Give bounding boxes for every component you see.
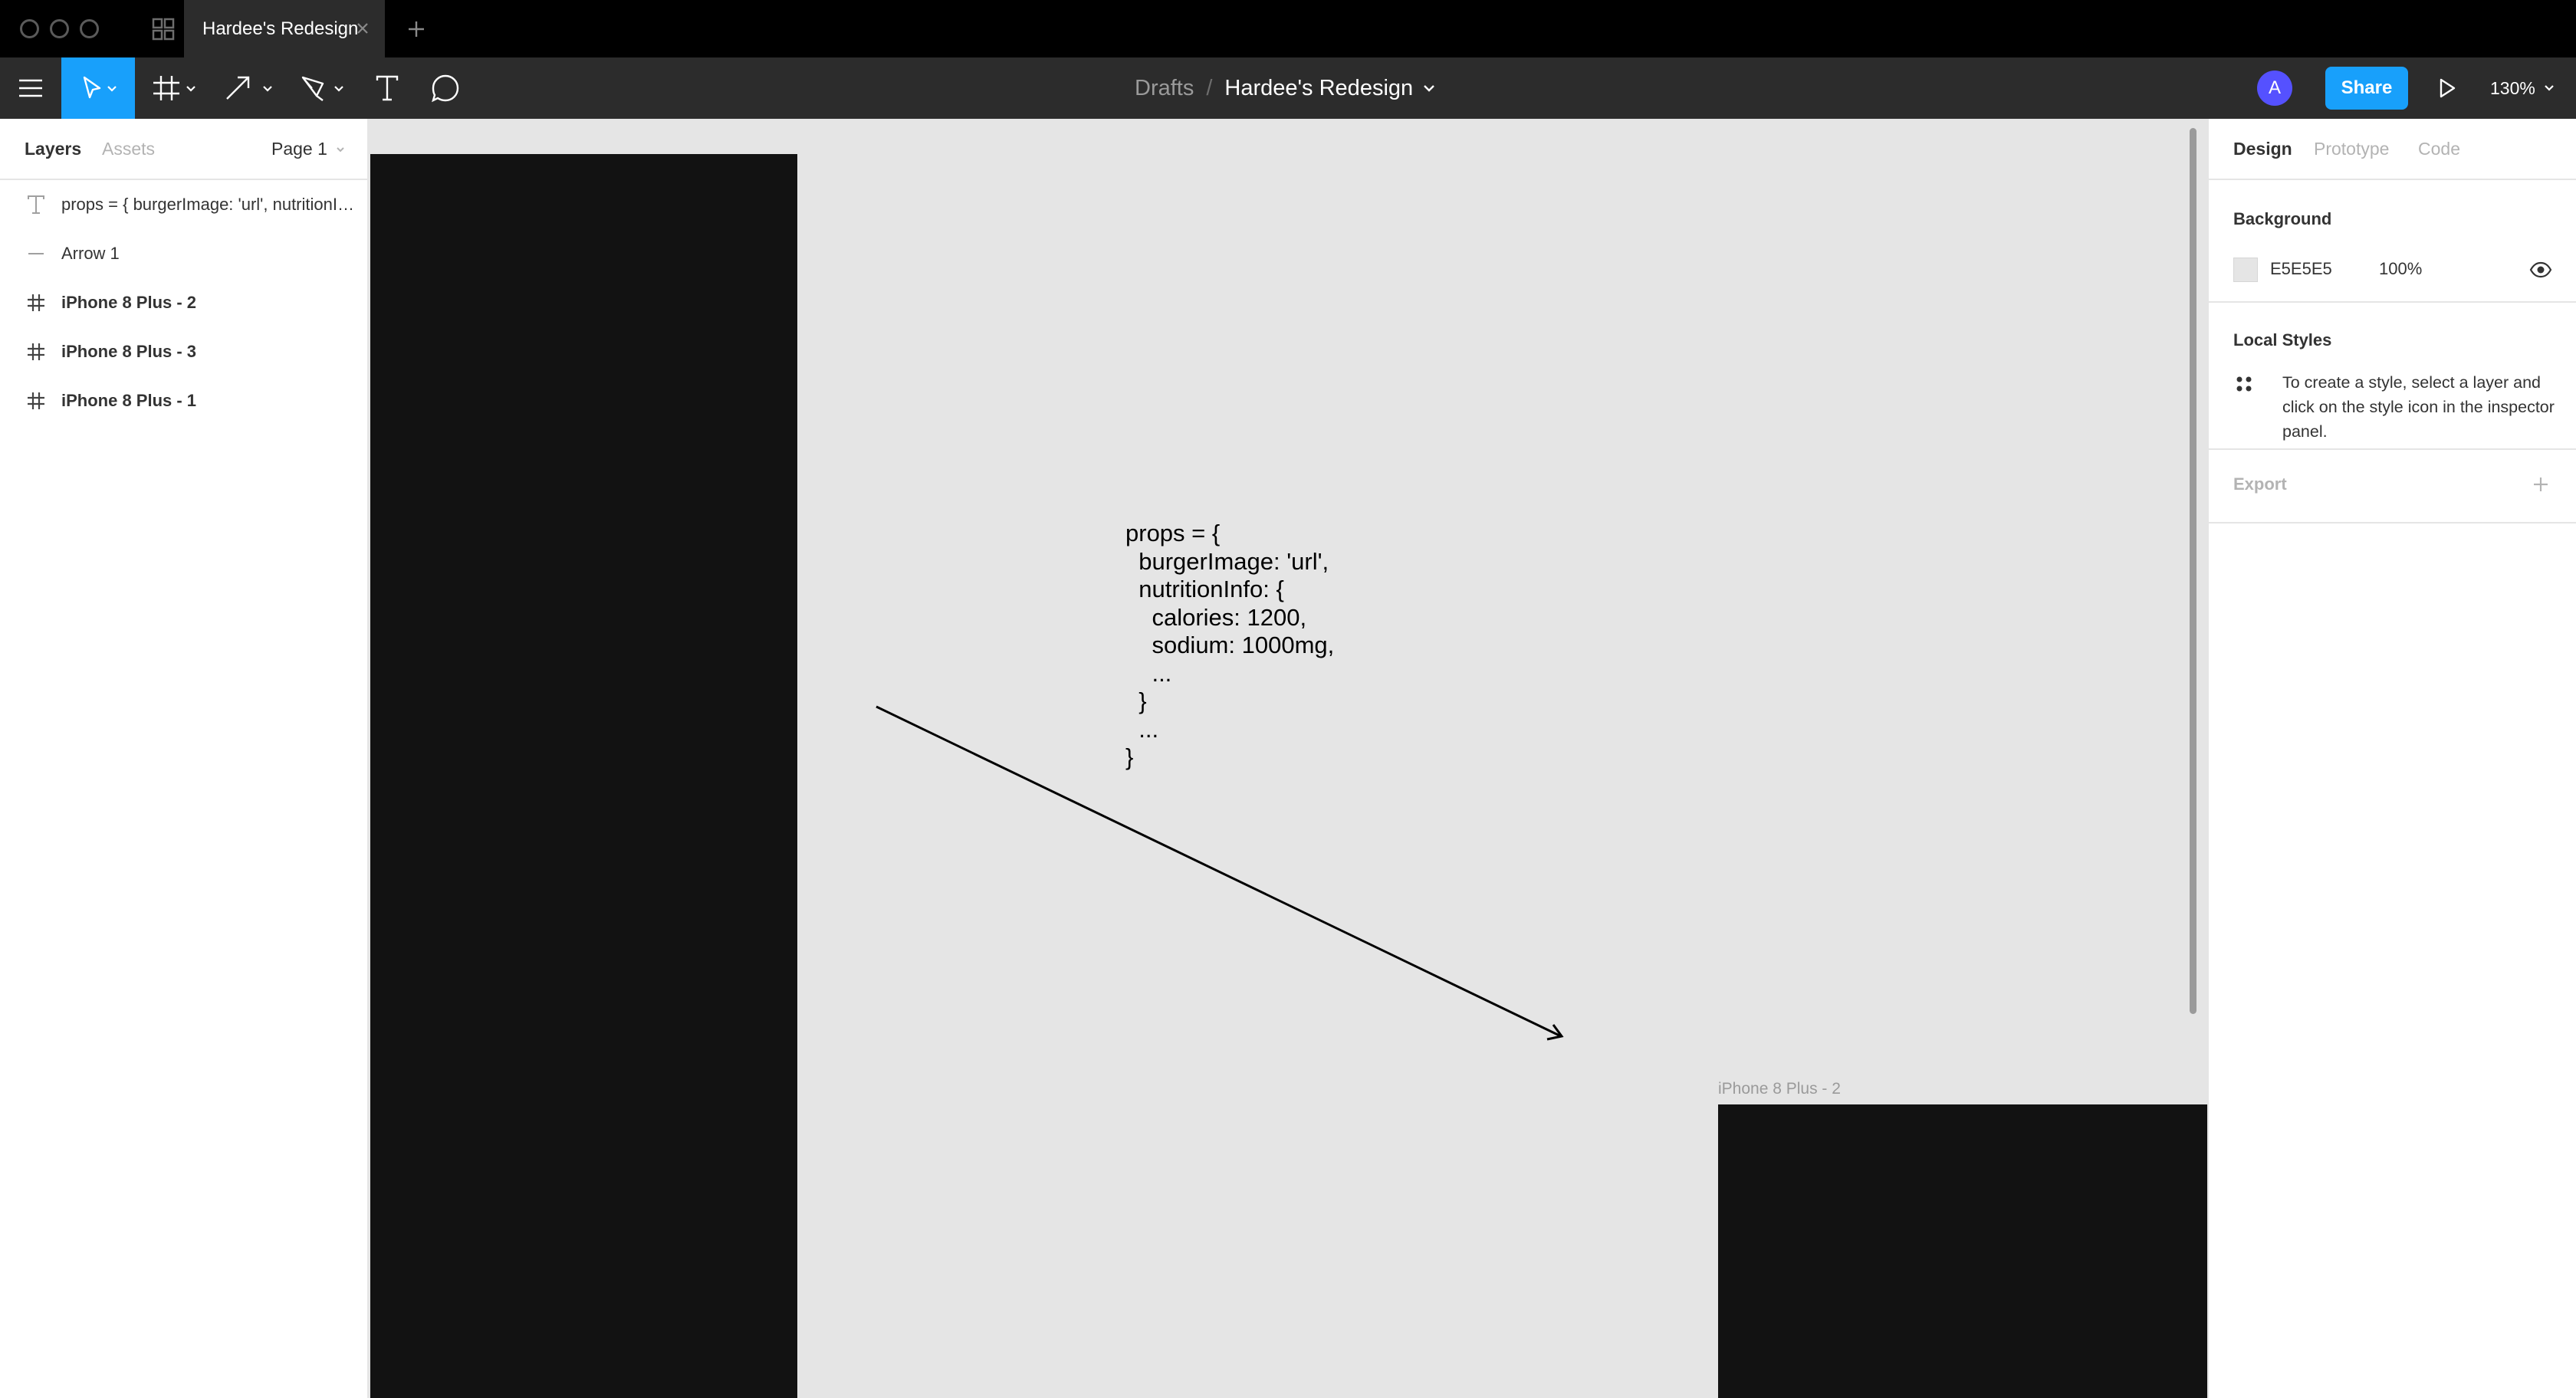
layer-item-iphone-8-plus-3[interactable]: iPhone 8 Plus - 3	[0, 327, 367, 376]
tab-design[interactable]: Design	[2233, 139, 2292, 159]
comment-tool-button[interactable]	[425, 57, 466, 119]
window-controls	[20, 19, 99, 38]
share-button[interactable]: Share	[2325, 67, 2408, 110]
background-color-swatch[interactable]	[2233, 258, 2258, 282]
hamburger-menu-icon	[19, 79, 42, 97]
chevron-down-icon	[1424, 85, 1435, 92]
export-title: Export	[2233, 474, 2287, 494]
pen-tool-button[interactable]	[294, 57, 353, 119]
tab-layers[interactable]: Layers	[25, 139, 81, 159]
layer-label: iPhone 8 Plus - 2	[61, 293, 197, 312]
layer-label: Arrow 1	[61, 244, 120, 263]
left-panel-tabs: Layers Assets Page 1	[0, 119, 367, 180]
arrow-line-icon	[226, 76, 272, 100]
pen-icon	[301, 76, 343, 101]
text-tool-icon	[376, 75, 399, 101]
design-panel: Design Prototype Code Background E5E5E5 …	[2207, 119, 2576, 1398]
figma-app-window: Hardee's Redesign Drafts / Hardee's Rede…	[0, 0, 2576, 1398]
tab-code[interactable]: Code	[2418, 139, 2460, 159]
page-selector[interactable]: Page 1	[271, 139, 346, 159]
zoom-dropdown[interactable]: 130%	[2490, 57, 2555, 119]
line-icon	[23, 241, 49, 267]
frame-tool-button[interactable]	[147, 57, 204, 119]
background-opacity-input[interactable]: 100%	[2379, 259, 2422, 279]
frame-icon	[23, 290, 49, 316]
file-name-title[interactable]: Hardee's Redesign	[1224, 76, 1413, 101]
layer-item-arrow-1[interactable]: Arrow 1	[0, 229, 367, 278]
layer-item-props-text[interactable]: props = { burgerImage: 'url', nutritionI…	[0, 180, 367, 229]
text-tool-button[interactable]	[368, 57, 406, 119]
frame-icon	[23, 388, 49, 414]
layer-item-iphone-8-plus-1[interactable]: iPhone 8 Plus - 1	[0, 376, 367, 425]
grid-icon	[152, 18, 175, 40]
eye-icon	[2529, 261, 2552, 278]
design-canvas[interactable]: props = { burgerImage: 'url', nutritionI…	[369, 119, 2207, 1398]
cursor-arrow-icon	[83, 76, 117, 99]
plus-icon	[2534, 477, 2548, 491]
background-hex-input[interactable]: E5E5E5	[2270, 259, 2332, 279]
chevron-down-icon	[337, 146, 344, 152]
text-icon	[23, 192, 49, 218]
maximize-window-button[interactable]	[80, 19, 99, 38]
right-panel-tabs: Design Prototype Code	[2209, 119, 2576, 180]
breadcrumb: Drafts / Hardee's Redesign	[1135, 57, 1436, 119]
visibility-toggle[interactable]	[2528, 258, 2554, 282]
title-bar: Hardee's Redesign	[0, 0, 2576, 57]
play-icon	[2440, 78, 2456, 98]
move-tool-button[interactable]	[61, 57, 135, 119]
page-selector-label: Page 1	[271, 139, 327, 159]
present-button[interactable]	[2430, 71, 2464, 105]
file-browser-button[interactable]	[148, 14, 179, 44]
local-styles-section: Local Styles To create a style, select a…	[2209, 303, 2576, 450]
frame-label[interactable]: iPhone 8 Plus - 2	[1718, 1080, 1841, 1098]
add-export-button[interactable]	[2528, 471, 2554, 497]
breadcrumb-drafts-link[interactable]: Drafts	[1135, 76, 1194, 101]
layer-label: iPhone 8 Plus - 3	[61, 342, 197, 361]
user-avatar[interactable]: A	[2257, 71, 2292, 106]
minimize-window-button[interactable]	[50, 19, 69, 38]
canvas-scrollbar[interactable]	[2190, 128, 2196, 1014]
shape-tool-button[interactable]	[219, 57, 281, 119]
tab-assets[interactable]: Assets	[102, 139, 155, 159]
frame-icon	[23, 339, 49, 365]
close-window-button[interactable]	[20, 19, 39, 38]
main-menu-button[interactable]	[11, 57, 51, 119]
tab-close-button[interactable]	[351, 17, 374, 40]
plus-icon	[409, 21, 424, 37]
background-section: Background E5E5E5 100%	[2209, 180, 2576, 303]
local-styles-title: Local Styles	[2233, 330, 2332, 350]
file-menu-dropdown[interactable]	[1422, 83, 1436, 94]
zoom-level: 130%	[2490, 77, 2535, 98]
styles-icon	[2232, 372, 2256, 396]
file-tab-label: Hardee's Redesign	[202, 18, 359, 39]
iphone-8-plus-2-frame[interactable]	[1718, 1104, 2207, 1398]
chevron-down-icon	[2545, 85, 2554, 91]
layer-label: iPhone 8 Plus - 1	[61, 391, 197, 410]
layer-label: props = { burgerImage: 'url', nutritionI…	[61, 195, 357, 214]
main-toolbar: Drafts / Hardee's Redesign A Share 130%	[0, 57, 2576, 119]
frame-hash-icon	[153, 76, 196, 100]
file-tab-active[interactable]: Hardee's Redesign	[184, 0, 385, 57]
tab-prototype[interactable]: Prototype	[2314, 139, 2389, 159]
breadcrumb-separator: /	[1206, 75, 1213, 100]
close-icon	[357, 23, 368, 34]
background-title: Background	[2233, 209, 2332, 228]
comment-bubble-icon	[432, 74, 459, 103]
export-section: Export	[2209, 450, 2576, 523]
layers-panel: Layers Assets Page 1 props = { burgerIma…	[0, 119, 369, 1398]
local-styles-description: To create a style, select a layer and cl…	[2282, 373, 2555, 441]
layer-item-iphone-8-plus-2[interactable]: iPhone 8 Plus - 2	[0, 278, 367, 327]
new-tab-button[interactable]	[402, 15, 430, 43]
